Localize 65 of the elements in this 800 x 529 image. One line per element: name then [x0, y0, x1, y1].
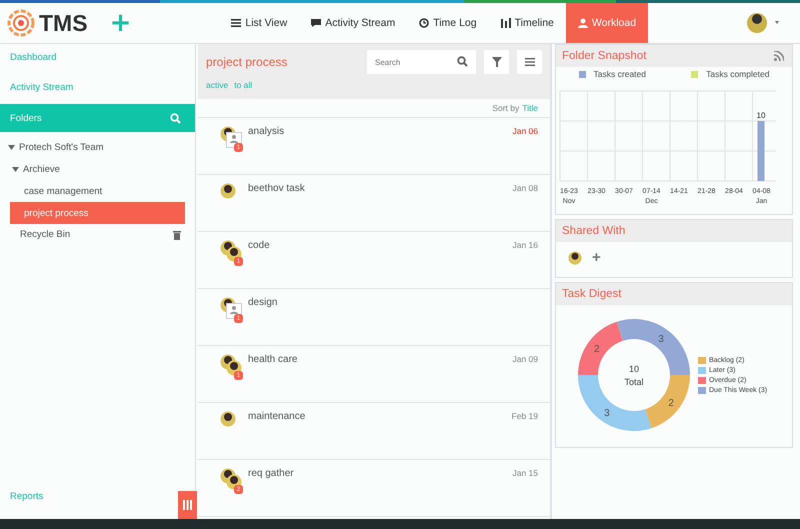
clock-icon: [419, 18, 430, 28]
task-title: req gather: [248, 468, 295, 479]
folder-item[interactable]: Archieve: [0, 158, 176, 180]
donut-total-label: Total: [624, 377, 644, 387]
task-title: maintenance: [248, 411, 306, 422]
panel-title: Task Digest: [562, 288, 622, 300]
due-date: Feb 19: [512, 411, 538, 421]
slice-value-label: 2: [594, 344, 600, 355]
folders-title: Folders: [10, 112, 42, 124]
slice-value-label: 2: [668, 398, 674, 410]
trash-icon[interactable]: [173, 230, 181, 240]
task-title: beethov task: [248, 183, 306, 194]
nav-tab[interactable]: Activity Stream: [299, 3, 408, 43]
columns-icon: [183, 500, 192, 510]
due-date: Jan 09: [512, 354, 538, 364]
add-member-button[interactable]: +: [592, 250, 601, 265]
avatar-icon: [220, 183, 236, 199]
columns-button[interactable]: [178, 491, 197, 519]
task-title: analysis: [248, 126, 286, 137]
profile-placeholder-icon: [226, 132, 242, 148]
nav-tab[interactable]: Time Log: [407, 3, 489, 43]
due-date: Jan 08: [512, 183, 538, 193]
caret-icon: [12, 166, 19, 172]
slice-value-label: 3: [658, 334, 664, 345]
nav-tab[interactable]: Timeline: [488, 3, 566, 43]
panel-title: Folder Snapshot: [562, 50, 646, 62]
panel-title: Shared With: [562, 225, 626, 237]
folder-item[interactable]: case management: [10, 180, 185, 202]
list-title: project process: [206, 55, 288, 69]
bar-value-label: 10: [756, 111, 766, 120]
chart-bar: [758, 121, 764, 181]
recycle-bin-item[interactable]: Recycle Bin: [20, 229, 70, 240]
logo-text: TMS: [39, 10, 88, 36]
task-title: code: [248, 240, 271, 251]
menu-icon: [524, 57, 534, 67]
task-row[interactable]: maintenance Feb 19: [198, 403, 550, 460]
avatar-icon: [568, 250, 582, 264]
avatar-icon: [220, 411, 236, 427]
filter-icon: [492, 57, 502, 67]
slice-value-label: 3: [604, 408, 610, 420]
donut-total-value: 10: [629, 364, 639, 374]
user-avatar-icon[interactable]: [746, 12, 782, 34]
due-date: Jan 15: [512, 468, 538, 478]
list-icon: [231, 18, 242, 28]
legend-label: Tasks completed: [706, 69, 770, 79]
due-date: Jan 16: [512, 240, 538, 250]
user-icon: [578, 18, 588, 28]
menu-button[interactable]: [517, 50, 542, 74]
bars-icon: [500, 18, 511, 28]
task-title: design: [248, 297, 278, 308]
nav-tab[interactable]: List View: [219, 3, 300, 43]
gear-logo-icon: [6, 8, 36, 38]
folder-item[interactable]: Protech Soft's Team: [0, 136, 176, 158]
rss-icon[interactable]: [774, 51, 784, 61]
task-row[interactable]: beethov task Jan 08: [198, 175, 550, 232]
filter-button[interactable]: [484, 50, 509, 74]
search-icon[interactable]: [457, 56, 468, 67]
search-field[interactable]: Search: [367, 50, 476, 74]
legend-label: Tasks created: [594, 69, 646, 79]
caret-icon: [8, 144, 15, 150]
due-date: Jan 06: [512, 126, 538, 136]
task-title: health care: [248, 354, 298, 365]
comment-icon: [311, 18, 322, 28]
profile-placeholder-icon: [226, 303, 242, 319]
sort-label: Sort by: [492, 103, 520, 113]
